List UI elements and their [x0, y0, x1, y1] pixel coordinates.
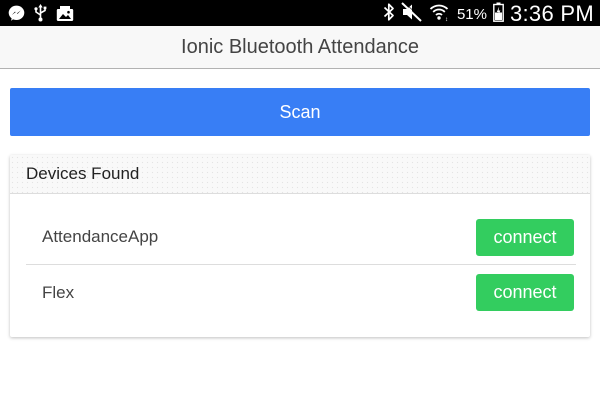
card-header: Devices Found [10, 155, 590, 194]
gallery-icon [56, 5, 74, 27]
app-header: Ionic Bluetooth Attendance [0, 26, 600, 69]
list-item: Flex connect [26, 265, 576, 320]
wifi-icon: ↕ [429, 2, 449, 27]
list-item: AttendanceApp connect [26, 210, 576, 265]
messenger-icon [8, 5, 25, 27]
battery-percent: 51% [456, 5, 487, 23]
connect-button[interactable]: connect [476, 274, 574, 311]
device-name: AttendanceApp [42, 227, 159, 246]
bluetooth-icon [383, 2, 395, 27]
page-title: Ionic Bluetooth Attendance [181, 35, 419, 58]
status-left-icons [8, 4, 74, 27]
device-name: Flex [42, 282, 75, 302]
battery-icon [493, 2, 504, 27]
connect-button[interactable]: connect [476, 218, 574, 256]
usb-icon [34, 4, 47, 27]
card-title: Devices Found [26, 164, 140, 183]
status-bar: ↕ 51% 3:36 PM [0, 0, 600, 26]
svg-text:↕: ↕ [445, 17, 448, 22]
status-time: 3:36 PM [509, 1, 594, 26]
mute-icon [401, 0, 423, 27]
status-right-icons: ↕ 51% 3:36 PM [383, 0, 594, 27]
scan-button[interactable]: Scan [10, 88, 590, 136]
device-list: AttendanceApp connect Flex connect [26, 210, 576, 320]
